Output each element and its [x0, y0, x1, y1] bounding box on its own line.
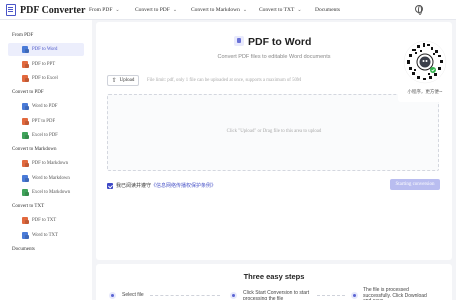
document-icon	[6, 4, 16, 16]
sidebar-item-label: PDF to Excel	[32, 76, 58, 81]
agree-checkbox[interactable]	[107, 183, 113, 189]
nav-label: Documents	[315, 7, 341, 13]
step-divider	[150, 295, 220, 296]
sidebar-item-excel-to-pdf[interactable]: Excel to PDF	[8, 129, 84, 142]
sidebar-group-convert-to-pdf: Convert to PDF	[12, 90, 44, 95]
logo-text: PDF Converter	[20, 4, 86, 16]
sidebar-item-label: PDF to TXT	[32, 218, 57, 223]
nav-label: Convert to TXT	[259, 7, 295, 13]
nav-label: Convert to PDF	[135, 7, 170, 13]
chevron-down-icon: ⌄	[297, 8, 302, 13]
chevron-down-icon: ⌄	[115, 8, 120, 13]
conversion-icon	[230, 292, 237, 299]
sidebar-item-pdf-to-txt[interactable]: PDF to TXT	[8, 214, 84, 227]
sidebar-item-pdf-to-word[interactable]: PDF to Word	[8, 43, 84, 56]
download-icon	[351, 292, 358, 299]
ppt-file-icon	[22, 118, 28, 125]
sidebar-item-excel-to-markdown[interactable]: Excel to Markdown	[8, 186, 84, 199]
sidebar: From PDF PDF to Word PDF to PPT PDF to E…	[0, 20, 92, 300]
sidebar-item-label: Excel to Markdown	[32, 190, 71, 195]
step-1-text: Select file	[122, 292, 144, 298]
nav-label: From PDF	[89, 7, 113, 13]
logo[interactable]: PDF Converter	[6, 3, 85, 17]
nav-convert-to-pdf[interactable]: Convert to PDF ⌄	[135, 0, 177, 20]
pdf-to-word-icon	[234, 36, 244, 46]
sidebar-item-label: PDF to PPT	[32, 62, 56, 67]
sidebar-item-word-to-pdf[interactable]: Word to PDF	[8, 100, 84, 113]
nav-convert-to-txt[interactable]: Convert to TXT ⌄	[259, 0, 302, 20]
word-file-icon	[22, 175, 28, 182]
mini-program-qr-code	[403, 40, 447, 84]
three-steps-section: Three easy steps Select file Click Start…	[96, 264, 452, 300]
drop-zone-hint: Click "Upload" or Drag file to this area…	[226, 129, 322, 134]
word-file-icon	[22, 103, 28, 110]
mini-program-qr-panel: 小程序，更方便~	[398, 36, 452, 102]
sidebar-item-label: PPT to PDF	[32, 119, 56, 124]
sidebar-item-label: PDF to Markdown	[32, 161, 68, 166]
agreement-text: 我已阅读并遵守《信息网络传播权保护条例》	[116, 182, 216, 189]
chevron-down-icon: ⌄	[242, 8, 248, 13]
qr-caption: 小程序，更方便~	[407, 90, 443, 95]
nav-documents[interactable]: Documents	[315, 0, 340, 20]
sidebar-item-pdf-to-ppt[interactable]: PDF to PPT	[8, 58, 84, 71]
page-title: PDF to Word	[248, 36, 312, 48]
sidebar-item-label: Word to TXT	[32, 233, 58, 238]
word-file-icon	[22, 46, 28, 53]
sidebar-group-from-pdf: From PDF	[12, 33, 34, 38]
sidebar-group-convert-to-txt: Convert to TXT	[12, 204, 45, 209]
sidebar-item-word-to-markdown[interactable]: Word to Markdown	[8, 172, 84, 185]
sidebar-item-label: PDF to Word	[32, 47, 58, 52]
sidebar-item-label: Word to Markdown	[32, 176, 70, 181]
sidebar-item-ppt-to-pdf[interactable]: PPT to PDF	[8, 115, 84, 128]
file-select-icon	[109, 292, 116, 299]
chevron-down-icon: ⌄	[172, 8, 178, 13]
sidebar-item-documents[interactable]: Documents	[12, 247, 35, 252]
pdf-file-icon	[22, 160, 28, 167]
nav-convert-to-markdown[interactable]: Convert to Markdown ⌄	[191, 0, 247, 20]
top-navigation-bar: PDF Converter From PDF ⌄ Convert to PDF ⌄ …	[0, 0, 456, 20]
step-divider	[317, 295, 345, 296]
sidebar-item-pdf-to-markdown[interactable]: PDF to Markdown	[8, 157, 84, 170]
file-drop-zone[interactable]: Click "Upload" or Drag file to this area…	[107, 94, 439, 171]
upload-hint: File limit: pdf, only 1 file can be uplo…	[147, 78, 302, 83]
sidebar-item-label: Excel to PDF	[32, 133, 58, 138]
pdf-file-icon	[22, 217, 28, 224]
start-conversion-button[interactable]: Starting conversion	[390, 179, 440, 190]
agreement-link[interactable]: 《信息网络传播权保护条例》	[151, 183, 216, 189]
nav-from-pdf[interactable]: From PDF ⌄	[89, 0, 120, 20]
ppt-file-icon	[22, 61, 28, 68]
sidebar-item-word-to-txt[interactable]: Word to TXT	[8, 229, 84, 242]
agreement-label: 我已阅读并遵守	[116, 183, 152, 189]
sidebar-item-pdf-to-excel[interactable]: PDF to Excel	[8, 72, 84, 85]
excel-file-icon	[22, 132, 28, 139]
nav-label: Convert to Markdown	[191, 7, 240, 13]
excel-file-icon	[22, 189, 28, 196]
step-3-text: The file is processed successfully. Clic…	[363, 287, 427, 300]
upload-button[interactable]: ⇧ Upload	[107, 75, 139, 86]
upload-icon: ⇧	[111, 78, 117, 84]
sidebar-item-label: Word to PDF	[32, 104, 58, 109]
upload-button-label: Upload	[119, 78, 135, 83]
step-2-text: Click Start Conversion to start processi…	[243, 290, 310, 300]
word-file-icon	[22, 232, 28, 239]
steps-title: Three easy steps	[243, 272, 305, 281]
pdf-file-icon	[22, 75, 28, 82]
sidebar-group-convert-to-markdown: Convert to Markdown	[12, 147, 57, 152]
globe-icon[interactable]	[415, 5, 423, 15]
